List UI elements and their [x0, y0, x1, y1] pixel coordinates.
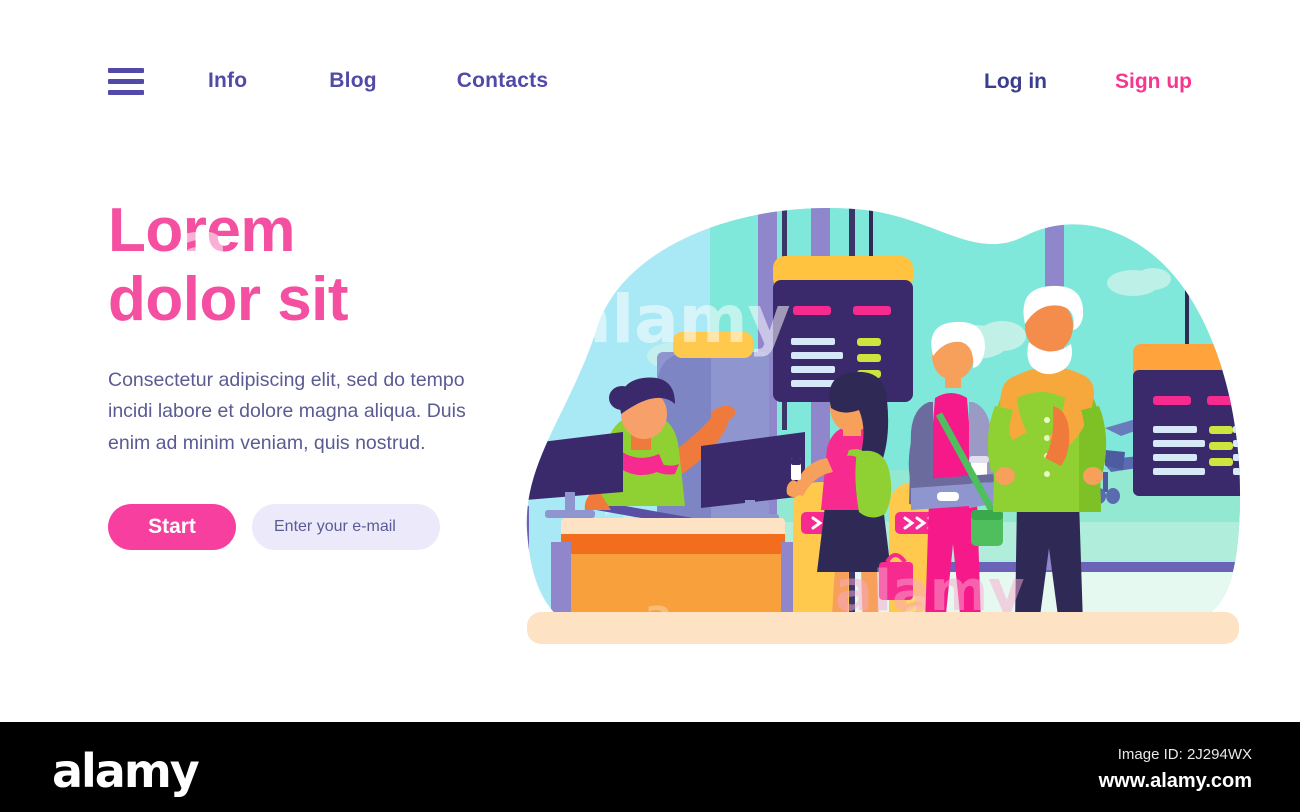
watermark-footer-bar: alamy Image ID: 2J294WX www.alamy.com — [0, 722, 1300, 812]
floor-strip — [527, 612, 1239, 644]
nav-link-info[interactable]: Info — [208, 69, 247, 93]
signup-link[interactable]: Sign up — [1115, 70, 1192, 94]
page-canvas: Info Blog Contacts Log in Sign up Lorem … — [0, 0, 1300, 722]
navbar: Info Blog Contacts Log in Sign up — [0, 0, 1300, 150]
departure-board-left — [773, 207, 913, 402]
nav-right-group: Log in Sign up — [984, 70, 1192, 94]
illustration-backdrop: a alamy a alamy — [526, 173, 1241, 643]
airport-illustration: a alamy a alamy — [505, 170, 1265, 670]
nav-left-group: Info Blog Contacts — [108, 66, 548, 96]
start-button[interactable]: Start — [108, 503, 236, 550]
login-link[interactable]: Log in — [984, 70, 1047, 94]
hero-title-line-2: dolor sit — [108, 265, 349, 335]
alamy-url: www.alamy.com — [1098, 770, 1252, 792]
nav-link-blog[interactable]: Blog — [329, 69, 376, 93]
hero-description: Consectetur adipiscing elit, sed do temp… — [108, 368, 466, 455]
page-title: Lorem dolor sit — [108, 196, 528, 335]
hamburger-bar — [108, 78, 144, 84]
email-input[interactable] — [252, 503, 440, 550]
hero-title-line-1: Lorem — [108, 196, 295, 265]
hero-actions: Start — [108, 503, 528, 550]
hamburger-menu-icon[interactable] — [108, 66, 144, 96]
hamburger-bar — [108, 67, 144, 73]
hamburger-bar — [108, 89, 144, 95]
alamy-logo: alamy — [52, 744, 200, 798]
image-id-label: Image ID: 2J294WX — [1117, 746, 1252, 763]
hero-section: Lorem dolor sit Consectetur adipiscing e… — [108, 196, 528, 550]
watermark-letter: a — [610, 173, 651, 243]
watermark-text: alamy — [567, 281, 791, 358]
nav-link-contacts[interactable]: Contacts — [457, 69, 548, 93]
